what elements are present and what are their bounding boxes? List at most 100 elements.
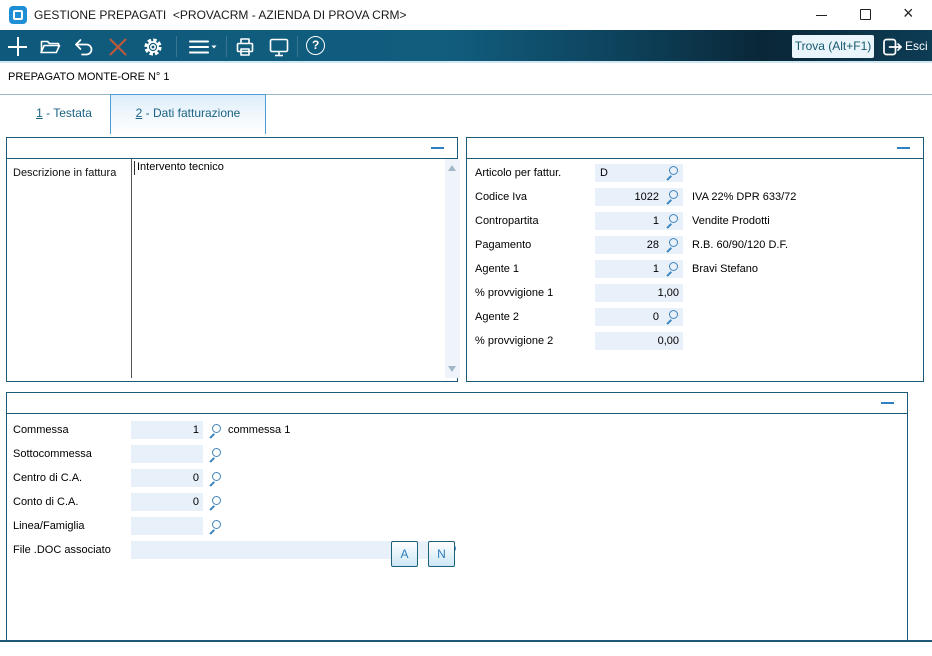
bottom-frame-line (0, 640, 932, 642)
toolbar-separator (176, 36, 177, 57)
provvigione1-field[interactable]: 1,00 (595, 284, 683, 302)
field-label: % provvigione 2 (475, 335, 554, 347)
textarea-scrollbar[interactable] (445, 159, 460, 378)
field-label: Agente 2 (475, 311, 520, 323)
field-label: Sottocommessa (13, 448, 92, 460)
field-label: Agente 1 (475, 263, 520, 275)
agente1-field[interactable]: 1 (595, 260, 683, 278)
lookup-icon[interactable] (209, 496, 222, 509)
tab-dati-fatturazione[interactable]: 2 - Dati fatturazione (110, 94, 266, 134)
field-label: Centro di C.A. (13, 472, 83, 484)
exit-button[interactable]: Esci (905, 39, 928, 53)
help-icon[interactable] (306, 36, 325, 55)
record-title: PREPAGATO MONTE-ORE N° 1 (8, 71, 170, 83)
conto-ca-field[interactable]: 0 (131, 493, 203, 511)
close-button[interactable] (888, 0, 932, 30)
window-title: GESTIONE PREPAGATI <PROVACRM - AZIENDA D… (34, 8, 407, 22)
form-row: File .DOC associato (7, 540, 907, 564)
invoicing-panel: Articolo per fattur. D Codice Iva 1022 I… (466, 137, 924, 382)
toolbar: Trova (Alt+F1) Esci (0, 30, 932, 63)
tab-testata[interactable]: 1 - Testata (18, 95, 110, 131)
form-row: Commessa 1 commessa 1 (7, 420, 907, 444)
delete-icon[interactable] (105, 34, 131, 60)
form-row: Codice Iva 1022 IVA 22% DPR 633/72 (467, 187, 923, 211)
find-button[interactable]: Trova (Alt+F1) (792, 35, 874, 58)
collapse-panel-icon[interactable] (897, 147, 910, 149)
toolbar-separator (297, 36, 298, 57)
form-row: Pagamento 28 R.B. 60/90/120 D.F. (467, 235, 923, 259)
lookup-icon[interactable] (666, 310, 679, 323)
field-description: R.B. 60/90/120 D.F. (692, 239, 788, 251)
form-row: Articolo per fattur. D (467, 163, 923, 187)
new-record-icon[interactable] (5, 34, 31, 60)
button-a[interactable]: A (391, 541, 418, 567)
maximize-button[interactable] (844, 0, 888, 30)
text-cursor (134, 161, 135, 175)
form-row: Conto di C.A. 0 (7, 492, 907, 516)
linea-famiglia-field[interactable] (131, 517, 203, 535)
field-label: Linea/Famiglia (13, 520, 85, 532)
lookup-icon[interactable] (209, 448, 222, 461)
field-label: Contropartita (475, 215, 539, 227)
field-label: Commessa (13, 424, 69, 436)
provvigione2-field[interactable]: 0,00 (595, 332, 683, 350)
articolo-field[interactable]: D (595, 164, 683, 182)
menu-icon[interactable] (186, 34, 220, 60)
centro-ca-field[interactable]: 0 (131, 469, 203, 487)
field-label: % provvigione 1 (475, 287, 554, 299)
monitor-icon[interactable] (266, 34, 292, 60)
title-bar: GESTIONE PREPAGATI <PROVACRM - AZIENDA D… (0, 0, 932, 30)
app-logo-icon (9, 6, 27, 24)
form-row: Agente 1 1 Bravi Stefano (467, 259, 923, 283)
exit-icon[interactable] (880, 35, 904, 59)
pagamento-field[interactable]: 28 (595, 236, 683, 254)
commessa-panel: Commessa 1 commessa 1 Sottocommessa Cent… (6, 392, 908, 640)
form-row: Sottocommessa (7, 444, 907, 468)
field-description: Vendite Prodotti (692, 215, 770, 227)
lookup-icon[interactable] (666, 166, 679, 179)
toolbar-separator (226, 36, 227, 57)
description-label: Descrizione in fattura (13, 167, 117, 179)
minimize-button[interactable] (800, 0, 844, 30)
field-description: IVA 22% DPR 633/72 (692, 191, 797, 203)
lookup-icon[interactable] (209, 472, 222, 485)
invoice-description-textarea[interactable]: Intervento tecnico (131, 159, 460, 378)
lookup-icon[interactable] (666, 262, 679, 275)
settings-gear-icon[interactable] (140, 34, 166, 60)
field-description: Bravi Stefano (692, 263, 759, 275)
invoicing-panel-header (467, 138, 923, 159)
invoice-description-text: Intervento tecnico (137, 161, 224, 173)
form-row: % provvigione 2 0,00 (467, 331, 923, 355)
form-row: Agente 2 0 (467, 307, 923, 331)
print-icon[interactable] (232, 34, 258, 60)
codice-iva-field[interactable]: 1022 (595, 188, 683, 206)
description-panel: Descrizione in fattura Intervento tecnic… (6, 137, 460, 382)
lookup-icon[interactable] (209, 424, 222, 437)
app-window: GESTIONE PREPAGATI <PROVACRM - AZIENDA D… (0, 0, 932, 656)
field-label: Pagamento (475, 239, 532, 251)
commessa-panel-header (7, 393, 907, 414)
collapse-panel-icon[interactable] (881, 402, 894, 404)
lookup-icon[interactable] (666, 190, 679, 203)
lookup-icon[interactable] (666, 238, 679, 251)
lookup-icon[interactable] (209, 520, 222, 533)
commessa-field[interactable]: 1 (131, 421, 203, 439)
undo-icon[interactable] (71, 34, 97, 60)
lookup-icon[interactable] (666, 214, 679, 227)
form-row: % provvigione 1 1,00 (467, 283, 923, 307)
field-label: File .DOC associato (13, 544, 111, 556)
collapse-panel-icon[interactable] (431, 147, 444, 149)
description-panel-header (7, 138, 457, 159)
form-row: Centro di C.A. 0 (7, 468, 907, 492)
field-label: Articolo per fattur. (475, 167, 562, 179)
field-label: Codice Iva (475, 191, 527, 203)
contropartita-field[interactable]: 1 (595, 212, 683, 230)
sottocommessa-field[interactable] (131, 445, 203, 463)
record-header-strip: PREPAGATO MONTE-ORE N° 1 (0, 63, 932, 91)
open-folder-icon[interactable] (37, 34, 63, 60)
button-n[interactable]: N (428, 541, 455, 567)
agente2-field[interactable]: 0 (595, 308, 683, 326)
field-description: commessa 1 (228, 424, 291, 436)
field-label: Conto di C.A. (13, 496, 79, 508)
form-row: Linea/Famiglia (7, 516, 907, 540)
